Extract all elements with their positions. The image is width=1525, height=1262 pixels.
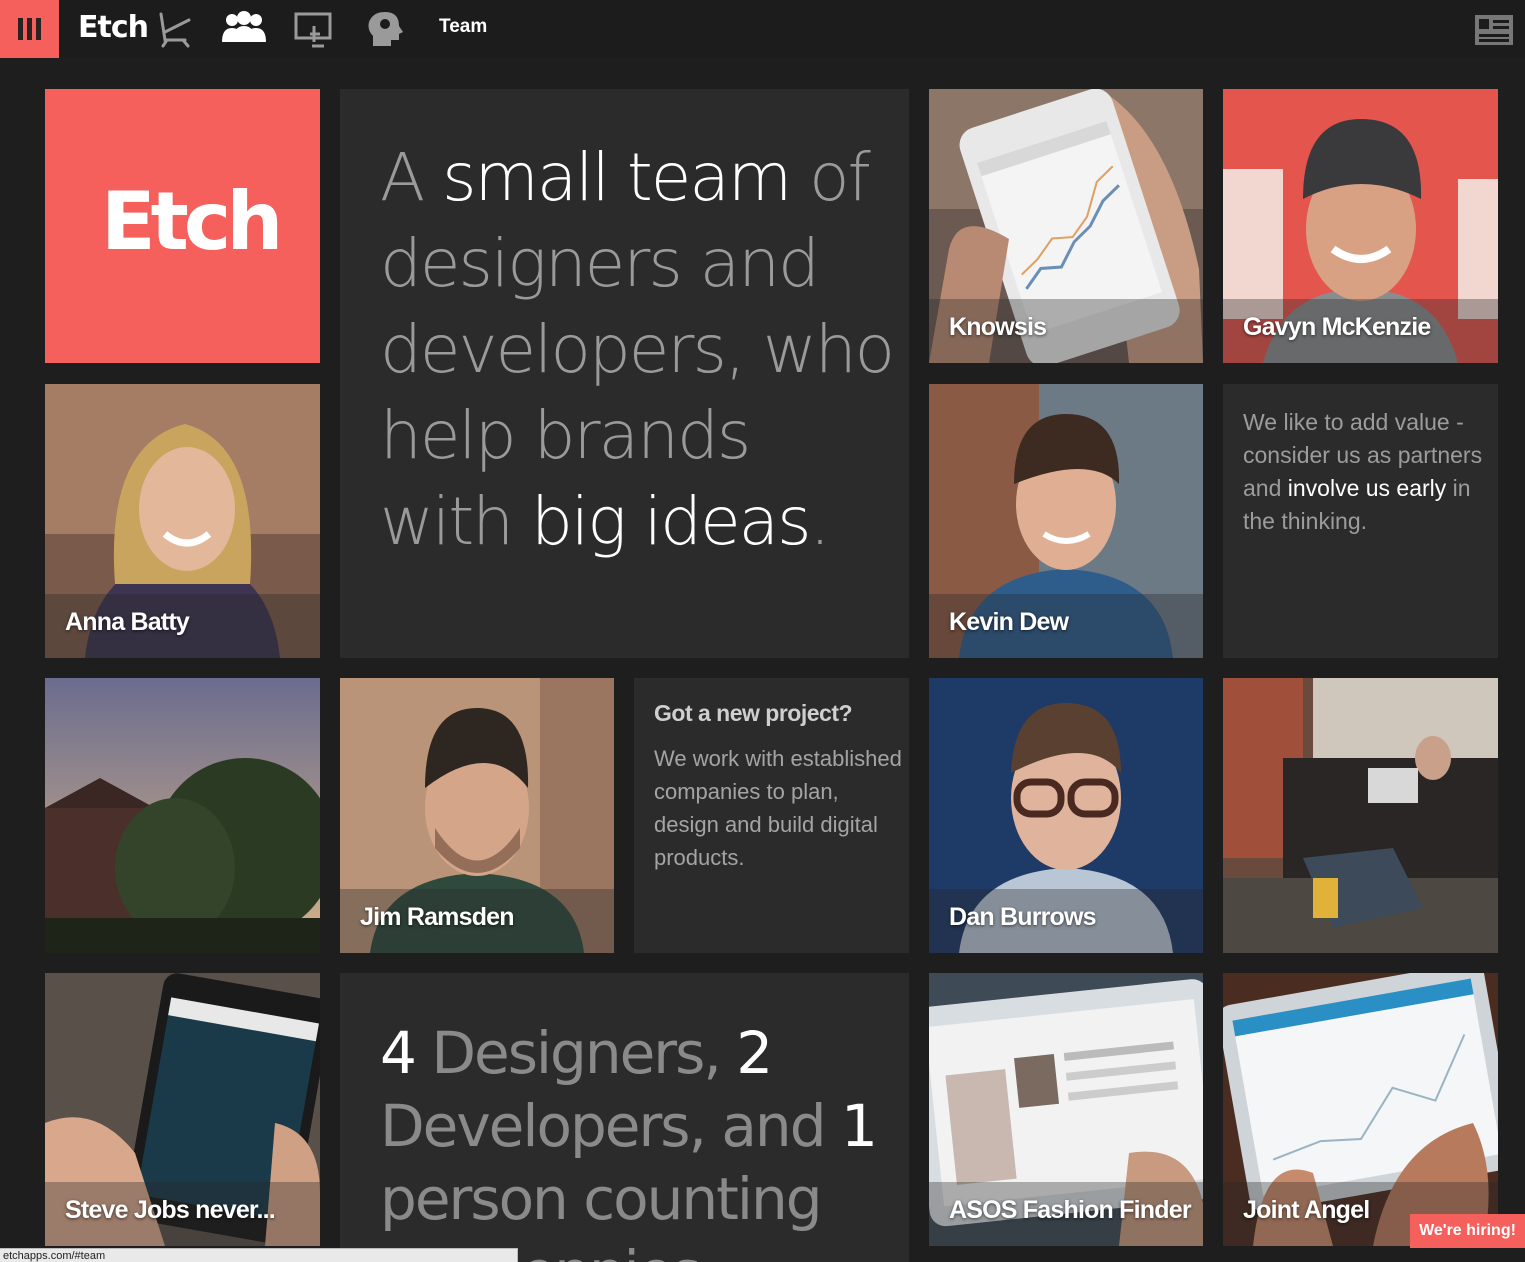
value-tile: We like to add value - consider us as pa… bbox=[1223, 384, 1498, 658]
office-exterior-photo bbox=[45, 678, 320, 953]
page-title: Team bbox=[439, 16, 488, 37]
tile-caption: Gavyn McKenzie bbox=[1223, 299, 1498, 363]
menu-icon[interactable] bbox=[0, 0, 59, 58]
office-interior-tile[interactable] bbox=[1223, 678, 1498, 953]
chair-icon[interactable] bbox=[155, 10, 195, 48]
team-member-kevin[interactable]: Kevin Dew bbox=[929, 384, 1203, 658]
top-navigation-bar: Etch Team bbox=[0, 0, 1525, 58]
project-tile-steve-jobs[interactable]: Steve Jobs never... bbox=[45, 973, 320, 1246]
team-member-dan[interactable]: Dan Burrows bbox=[929, 678, 1203, 953]
project-tile-asos[interactable]: ASOS Fashion Finder bbox=[929, 973, 1203, 1246]
tile-caption: Jim Ramsden bbox=[340, 889, 614, 953]
tile-caption: Knowsis bbox=[929, 299, 1203, 363]
status-bar-url: etchapps.com/#team bbox=[0, 1248, 518, 1262]
tile-caption: ASOS Fashion Finder bbox=[929, 1182, 1203, 1246]
project-tile-knowsis[interactable]: Knowsis bbox=[929, 89, 1203, 363]
value-statement: We like to add value - consider us as pa… bbox=[1243, 409, 1483, 534]
tile-caption: Dan Burrows bbox=[929, 889, 1203, 953]
etch-logo: Etch bbox=[101, 175, 283, 268]
etch-logo-tile[interactable]: Etch bbox=[45, 89, 320, 363]
contact-card-icon[interactable] bbox=[1474, 14, 1514, 46]
new-project-description: We work with established companies to pl… bbox=[654, 746, 902, 870]
team-member-jim[interactable]: Jim Ramsden bbox=[340, 678, 614, 953]
team-member-gavyn[interactable]: Gavyn McKenzie bbox=[1223, 89, 1498, 363]
idea-head-icon[interactable] bbox=[365, 10, 405, 48]
office-photo-tile[interactable] bbox=[45, 678, 320, 953]
intro-tile: A small team of designers and developers… bbox=[340, 89, 909, 658]
tile-caption: Kevin Dew bbox=[929, 594, 1203, 658]
office-interior-photo bbox=[1223, 678, 1498, 953]
new-project-tile[interactable]: Got a new project? We work with establis… bbox=[634, 678, 909, 953]
hero-statement: A small team of designers and developers… bbox=[380, 139, 895, 560]
new-project-heading: Got a new project? bbox=[654, 700, 853, 726]
tile-caption: Anna Batty bbox=[45, 594, 320, 658]
brand-logo[interactable]: Etch bbox=[78, 10, 149, 45]
hiring-button[interactable]: We're hiring! bbox=[1410, 1214, 1525, 1248]
tile-caption: Steve Jobs never... bbox=[45, 1182, 320, 1246]
team-icon[interactable] bbox=[218, 10, 270, 48]
team-stats-tile: 4 Designers, 2 Developers, and 1 person … bbox=[340, 973, 909, 1262]
project-tile-joint-angel[interactable]: Joint Angel bbox=[1223, 973, 1498, 1246]
team-stats-statement: 4 Designers, 2 Developers, and 1 person … bbox=[380, 1019, 878, 1262]
touch-screen-icon[interactable] bbox=[294, 10, 334, 48]
team-member-anna[interactable]: Anna Batty bbox=[45, 384, 320, 658]
